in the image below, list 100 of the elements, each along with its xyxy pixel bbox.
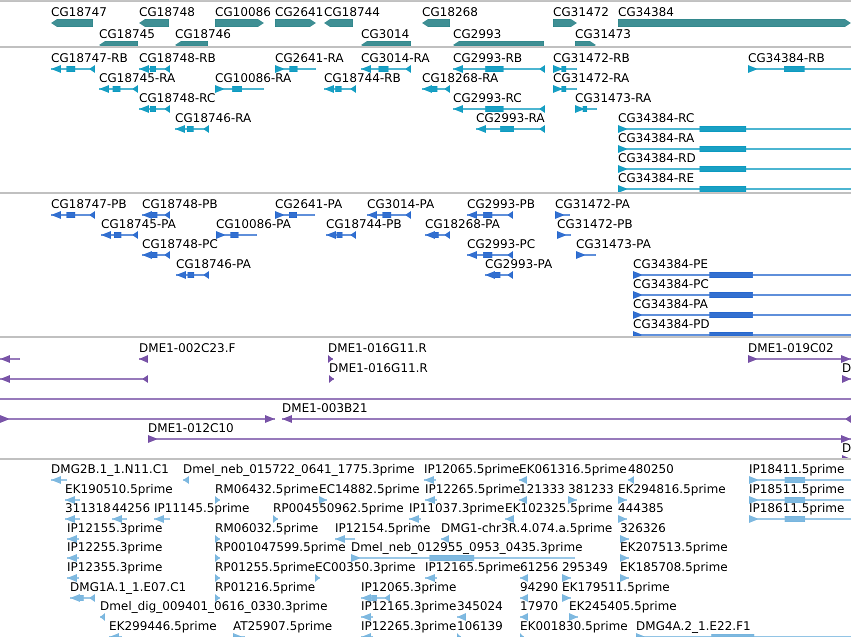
transcript-label: CG18268-RA <box>422 72 498 85</box>
est-label: 94290 <box>520 580 558 594</box>
est-label: 61256 <box>520 561 558 574</box>
protein-label: CG18746-PA <box>176 258 251 271</box>
est-label: IP18611.5prime <box>749 502 844 516</box>
protein-label: CG2993-PB <box>467 198 536 211</box>
protein-label: CG31472-PB <box>557 218 633 231</box>
est-label: IP12265.3prime <box>361 620 456 633</box>
est-label: RM06432.5prime <box>215 482 318 496</box>
protein-label: CG34384-PC <box>633 278 709 291</box>
est-label: IP18511.5prime <box>749 482 844 496</box>
protein-label: CG2641-PA <box>275 198 342 211</box>
protein-label: CG18745-PA <box>101 218 176 231</box>
est-label: 444385 <box>618 502 664 516</box>
transcript-label: CG3014-RA <box>361 52 430 65</box>
est-label: EK185708.5prime <box>620 561 728 574</box>
transcript-label: CG18746-RA <box>175 112 252 125</box>
est-label: 295349 <box>562 561 608 574</box>
est-label: EK207513.5prime <box>620 541 728 554</box>
est-label: EK102325.5prime <box>505 502 613 516</box>
clone-label: D <box>842 362 851 375</box>
est-label: EK001830.5prime <box>520 620 628 633</box>
protein-label: CG34384-PE <box>633 258 708 271</box>
protein-label: CG34384-PA <box>633 298 708 311</box>
est-label: 326326 <box>620 522 666 535</box>
est-label: IP11037.3prime <box>409 502 504 516</box>
est-label: IP12065.5prime <box>424 463 520 476</box>
clone-label: DME1-016G11.R <box>328 342 427 355</box>
est-label: 381233 <box>568 482 614 496</box>
protein-label: CG2993-PC <box>467 238 536 251</box>
est-label: IP12154.5prime <box>335 522 430 535</box>
transcript-label: CG18744-RB <box>324 72 401 85</box>
est-label: IP11145.5prime <box>154 502 250 516</box>
est-label: 44256 <box>112 502 150 516</box>
transcript-label: CG34384-RC <box>618 112 694 125</box>
est-label: EC14882.5prime <box>319 482 420 496</box>
gene-label: CG18746 <box>175 28 231 41</box>
transcript-label: CG34384-RD <box>618 152 696 165</box>
protein-label: CG31472-PA <box>555 198 630 211</box>
protein-label: CG18268-PA <box>425 218 500 231</box>
transcript-label: CG2993-RB <box>453 52 522 65</box>
est-label: Dmel_neb_015722_0641_1775.3prime <box>183 463 415 476</box>
protein-label: CG18748-PB <box>142 198 218 211</box>
est-label: IP12065.3prime <box>361 580 456 594</box>
transcript-label: CG18748-RB <box>139 52 216 65</box>
est-label: RP004550962.5prime <box>273 502 404 516</box>
est-label: Dmel_dig_009401_0616_0330.3prime <box>100 600 328 614</box>
protein-label: CG18747-PB <box>51 198 127 211</box>
protein-label: CG3014-PA <box>367 198 434 211</box>
protein-label: CG10086-PA <box>216 218 291 231</box>
est-label: EK294816.5prime <box>618 482 726 496</box>
est-label: EC00350.3prime <box>315 561 416 574</box>
est-label: IP12165.3prime <box>361 600 456 614</box>
est-label: DMG2B.1_1.N11.C1 <box>51 463 169 476</box>
est-label: DMG1A.1_1.E07.C1 <box>70 580 186 594</box>
transcript-label: CG34384-RE <box>618 172 694 185</box>
transcript-label: CG2641-RA <box>275 52 344 65</box>
est-label: IP18411.5prime <box>749 463 844 476</box>
transcript-label: CG31472-RA <box>553 72 630 85</box>
gene-label: CG31473 <box>575 28 631 41</box>
transcript-label: CG18745-RA <box>99 72 176 85</box>
est-label: 17970 <box>520 600 558 614</box>
est-label: 121333 <box>519 482 565 496</box>
protein-label: CG31473-PA <box>576 238 651 251</box>
protein-label: CG34384-PD <box>633 318 710 331</box>
gene-label: CG18747 <box>51 6 107 19</box>
clone-label: DME1-019C02 <box>748 342 834 355</box>
est-label: 106139 <box>457 620 503 633</box>
transcript-label: CG18748-RC <box>139 92 216 105</box>
est-label: RM06032.5prime <box>215 522 318 535</box>
est-label: EK061316.5prime <box>519 463 627 476</box>
clone-label: DME1-012C10 <box>148 422 234 435</box>
est-label: 345024 <box>457 600 503 614</box>
protein-label: CG18748-PC <box>142 238 218 251</box>
transcript-label: CG34384-RB <box>748 52 825 65</box>
gene-label: CG18748 <box>139 6 195 19</box>
est-label: EK179511.5prime <box>562 580 670 594</box>
transcript-label: CG2993-RC <box>453 92 522 105</box>
gene-label: CG18268 <box>422 6 478 19</box>
clone-label: D <box>842 442 851 455</box>
transcript-label: CG18747-RB <box>51 52 128 65</box>
est-label: Dmel_neb_012955_0953_0435.3prime <box>351 541 583 554</box>
est-label: RP01255.5prime <box>215 561 316 574</box>
est-label: 311318 <box>65 502 111 516</box>
est-label: EK299446.5prime <box>109 620 217 633</box>
clone-label: DME1-016G11.R <box>329 362 428 375</box>
gene-label: CG3014 <box>361 28 410 41</box>
est-label: IP12355.3prime <box>67 561 162 574</box>
est-label: IP12165.5prime <box>425 561 520 574</box>
est-label: IP12155.3prime <box>67 522 162 535</box>
est-label: DMG4A.2_1.E22.F1 <box>636 620 751 633</box>
est-label: 480250 <box>628 463 674 476</box>
transcript-label: CG2993-RA <box>476 112 545 125</box>
gene-label: CG18744 <box>324 6 380 19</box>
gene-label: CG18745 <box>99 28 155 41</box>
transcript-label: CG31473-RA <box>575 92 652 105</box>
est-label: IP12265.5prime <box>425 482 520 496</box>
gene-label: CG2993 <box>453 28 502 41</box>
gene-label: CG10086 <box>215 6 271 19</box>
est-label: RP001047599.5prime <box>215 541 346 554</box>
